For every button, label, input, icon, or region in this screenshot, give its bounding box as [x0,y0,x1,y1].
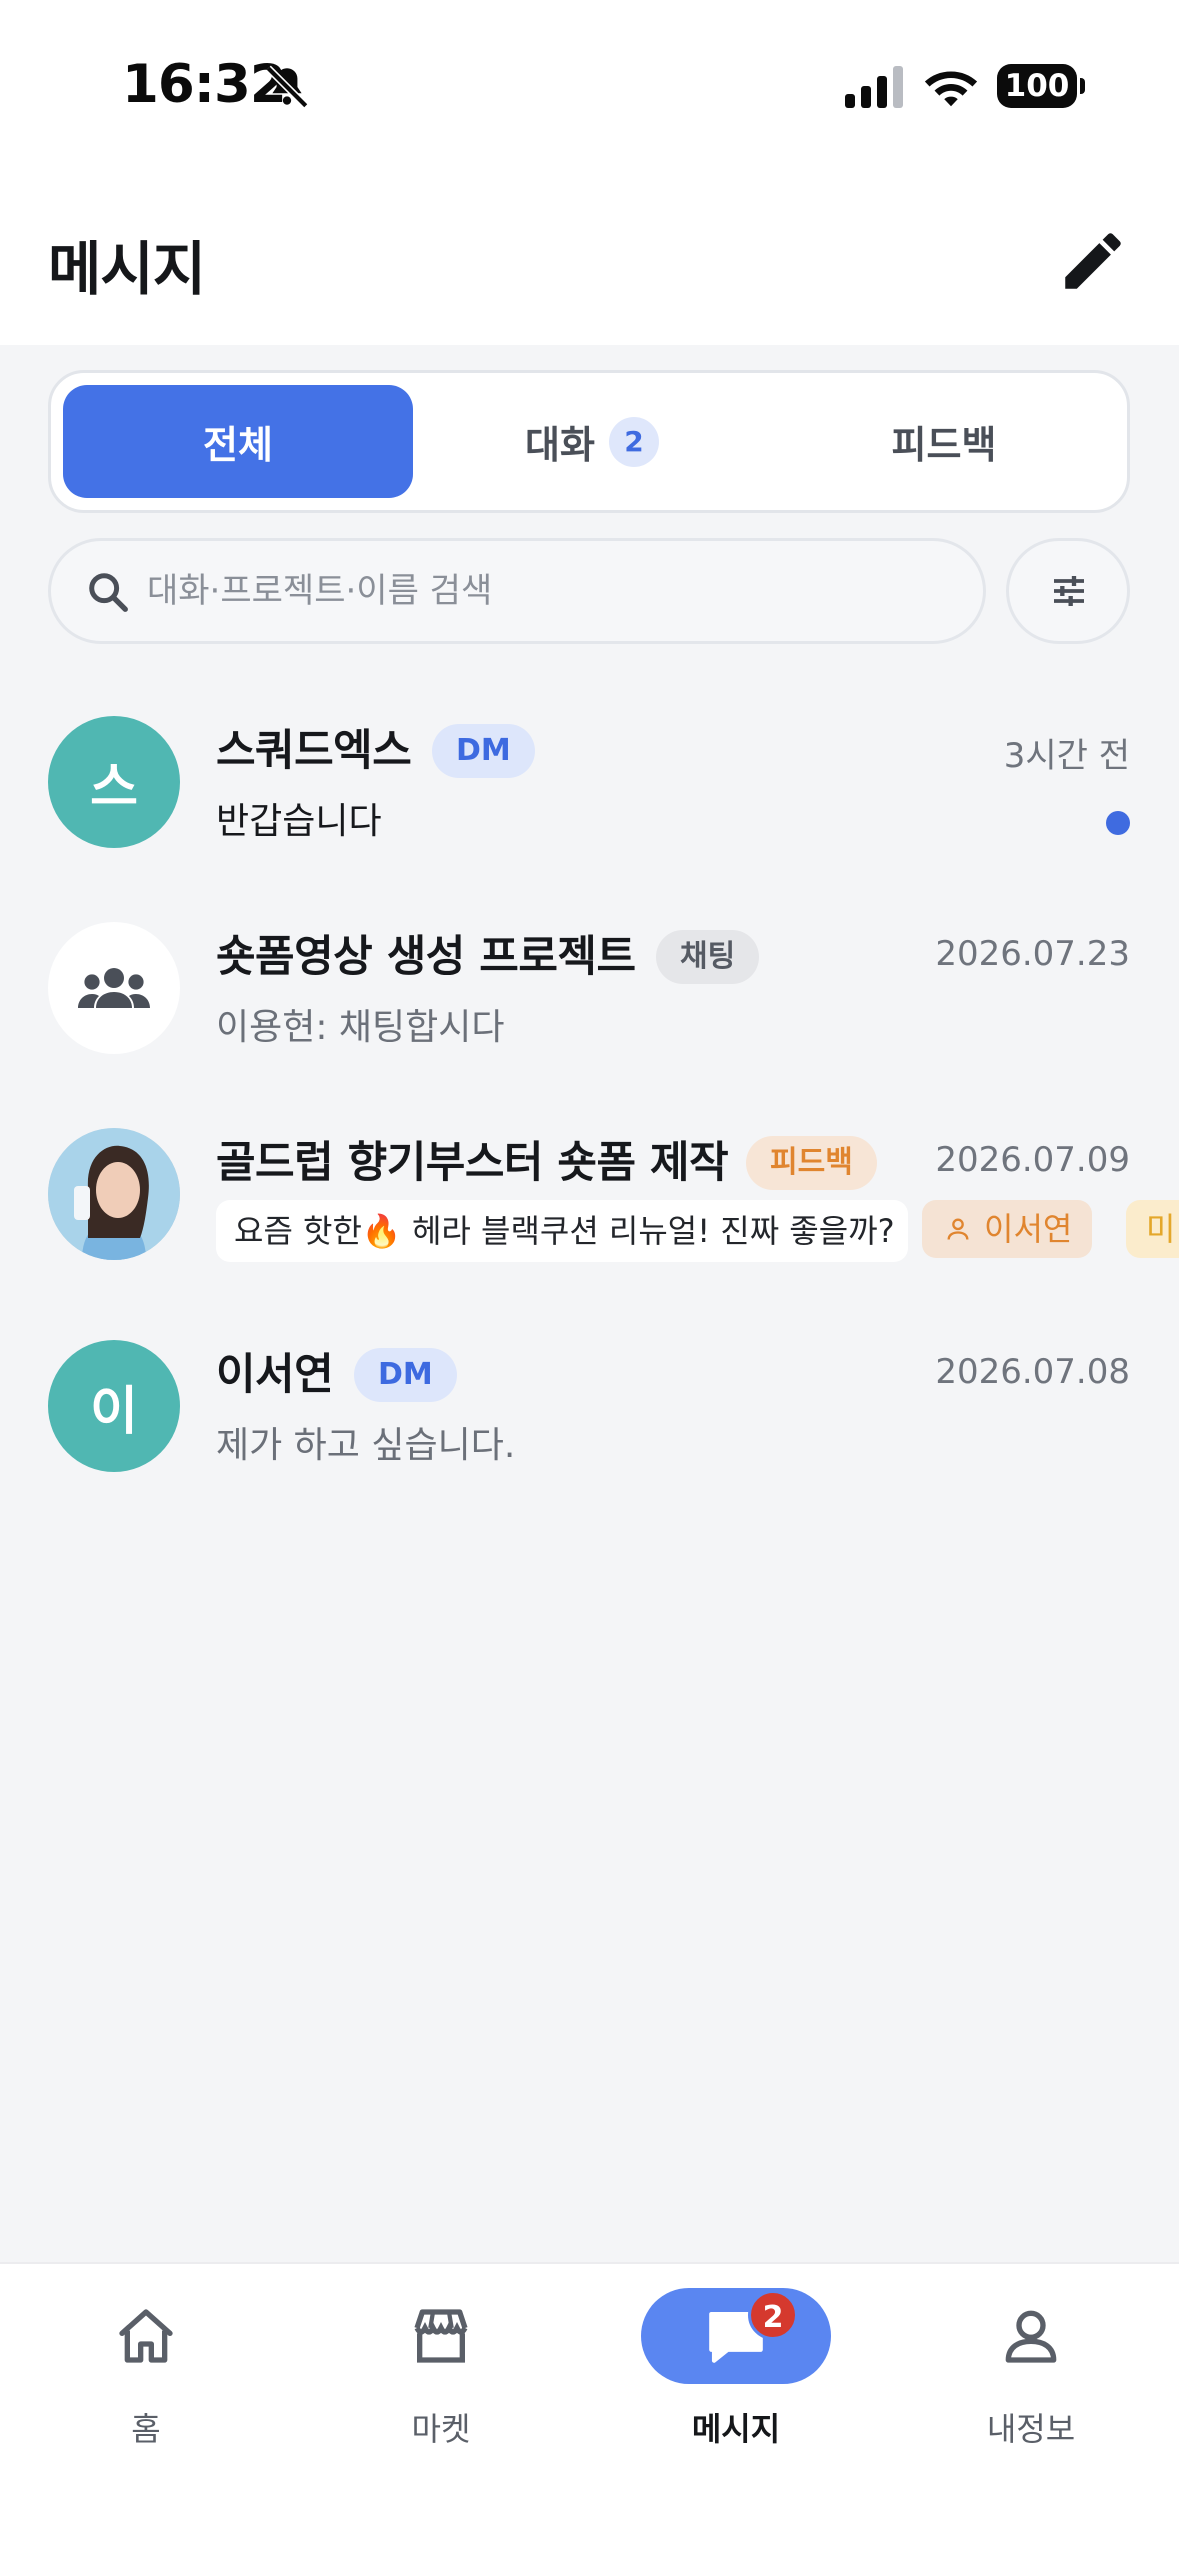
nav-market-icon-wrap [346,2288,536,2384]
tab-conversations[interactable]: 대화 2 [417,385,767,498]
tab-all-label: 전체 [203,423,273,467]
nav-messages-label: 메시지 [691,2410,781,2448]
assignee-chip[interactable]: 이서연 [922,1200,1093,1258]
conversation-item[interactable]: 골드럽 향기부스터 숏폼 제작 피드백 2026.07.09 요즘 핫한🔥 헤라… [0,1128,1179,1328]
tab-feedback[interactable]: 피드백 [769,385,1119,498]
nav-home-label: 홈 [131,2410,161,2448]
wifi-icon [924,71,978,107]
cellular-signal-icon [845,66,903,108]
profile-photo [48,1128,180,1260]
nav-messages[interactable]: 2 메시지 [636,2288,836,2448]
nav-market-label: 마켓 [411,2410,471,2448]
home-icon [119,2309,173,2363]
unread-dot [1106,811,1130,835]
bottom-navigation: 홈 마켓 2 메시지 내정보 [0,2262,1179,2556]
nav-my-info-icon-wrap [936,2288,1126,2384]
conversation-tag: 채팅 [656,930,760,984]
page-header: 메시지 [0,180,1179,345]
status-bar: 16:32 100 [0,0,1179,180]
nav-messages-badge: 2 [748,2290,798,2340]
profile-photo-image [48,1128,180,1260]
conversation-name: 스쿼드엑스 [216,726,412,776]
nav-market[interactable]: 마켓 [341,2288,541,2448]
tab-conversations-label: 대화 [525,423,595,467]
avatar: 스 [48,716,180,848]
conversation-name: 골드럽 향기부스터 숏폼 제작 [216,1138,729,1188]
conversation-tag: DM [432,724,535,778]
conversation-time: 3시간 전 [1003,736,1130,776]
tab-all[interactable]: 전체 [63,385,413,498]
conversation-time: 2026.07.09 [935,1140,1130,1180]
group-icon [78,968,150,1008]
battery-cap [1080,78,1085,94]
conversation-item[interactable]: 이 이서연 DM 2026.07.08 제가 하고 싶습니다. [0,1340,1179,1540]
battery-indicator: 100 [997,64,1077,108]
filter-button[interactable] [1006,538,1130,644]
bell-muted-icon [265,65,309,109]
nav-home[interactable]: 홈 [46,2288,246,2448]
conversation-time: 2026.07.08 [935,1352,1130,1392]
conversation-name: 숏폼영상 생성 프로젝트 [216,932,636,982]
nav-my-info[interactable]: 내정보 [931,2288,1131,2448]
message-filter-tabs: 전체 대화 2 피드백 [48,370,1130,513]
compose-pencil-icon[interactable] [1056,224,1130,298]
conversation-item[interactable]: 숏폼영상 생성 프로젝트 채팅 2026.07.23 이용현: 채팅합시다 [0,922,1179,1122]
conversation-preview: 반갑습니다 [216,801,382,842]
conversation-name: 이서연 [216,1350,334,1400]
person-icon [947,1218,969,1240]
store-icon [414,2309,468,2363]
avatar: 이 [48,1340,180,1472]
avatar [48,922,180,1054]
conversation-tag: 피드백 [746,1136,877,1190]
person-icon [1005,2310,1057,2363]
nav-messages-icon-wrap [641,2288,831,2384]
conversation-time: 2026.07.23 [935,934,1130,974]
tab-conversations-badge: 2 [608,416,659,467]
tab-feedback-label: 피드백 [891,423,997,467]
search-bar [48,538,986,644]
conversation-preview: 제가 하고 싶습니다. [216,1425,516,1466]
sliders-icon [1054,576,1084,606]
extra-chip[interactable]: 미 [1126,1200,1179,1258]
conversation-item[interactable]: 스 스쿼드엑스 DM 3시간 전 반갑습니다 [0,716,1179,916]
assignee-name: 이서연 [984,1210,1073,1248]
nav-home-icon-wrap [51,2288,241,2384]
conversation-tag: DM [354,1348,457,1402]
conversation-preview: 요즘 핫한🔥 헤라 블랙쿠션 리뉴얼! 진짜 좋을까? [216,1200,908,1262]
conversation-preview: 이용현: 채팅합시다 [216,1007,505,1048]
search-icon [89,573,128,612]
search-input[interactable] [147,563,947,619]
nav-my-info-label: 내정보 [986,2410,1076,2448]
page-title: 메시지 [48,235,206,303]
